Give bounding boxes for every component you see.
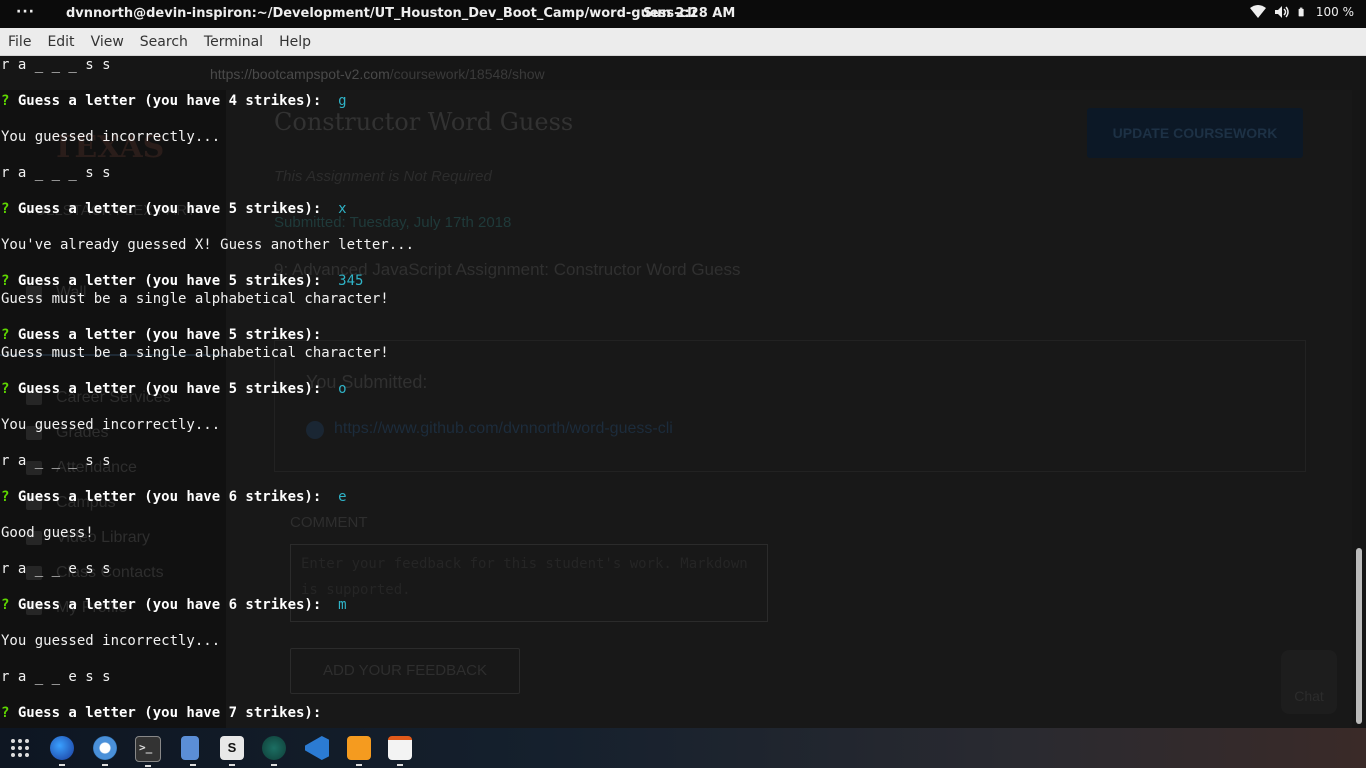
system-tray[interactable]: 100 % xyxy=(1249,5,1354,19)
terminal-output-line: You guessed incorrectly... xyxy=(1,417,221,433)
prompt-text: Guess a letter (you have 5 strikes): xyxy=(17,273,339,289)
prompt-text: Guess a letter (you have 5 strikes): xyxy=(17,327,339,343)
menu-view[interactable]: View xyxy=(83,34,132,50)
menu-search[interactable]: Search xyxy=(132,34,196,50)
prompt-question-mark: ? xyxy=(1,273,18,289)
apps-grid-icon[interactable] xyxy=(8,736,32,760)
terminal-prompt-line: ? Guess a letter (you have 5 strikes): o xyxy=(1,380,347,398)
vscode-icon[interactable] xyxy=(305,736,329,760)
prompt-text: Guess a letter (you have 6 strikes): xyxy=(17,597,339,613)
prompt-answer: g xyxy=(338,93,347,109)
battery-icon[interactable] xyxy=(1298,5,1308,19)
menu-edit[interactable]: Edit xyxy=(39,34,82,50)
terminal-output-line: r a _ _ e s s xyxy=(1,669,111,685)
prompt-answer: 345 xyxy=(338,273,364,289)
prompt-answer: o xyxy=(338,381,347,397)
terminal-output-line: r a _ _ _ s s xyxy=(1,165,111,181)
prompt-question-mark: ? xyxy=(1,705,18,721)
prompt-question-mark: ? xyxy=(1,381,18,397)
terminal-prompt-line: ? Guess a letter (you have 5 strikes): x xyxy=(1,200,347,218)
scrollbar-thumb[interactable] xyxy=(1356,548,1362,724)
prompt-answer: e xyxy=(338,489,347,505)
prompt-answer: m xyxy=(338,597,347,613)
terminal-prompt-line: ? Guess a letter (you have 7 strikes): xyxy=(1,704,338,722)
terminal-scrollbar[interactable] xyxy=(1352,56,1366,728)
terminal-output-line: You've already guessed X! Guess another … xyxy=(1,237,415,253)
prompt-text: Guess a letter (you have 5 strikes): xyxy=(17,201,339,217)
menu-terminal[interactable]: Terminal xyxy=(196,34,271,50)
terminal-output-line: You guessed incorrectly... xyxy=(1,633,221,649)
prompt-answer: x xyxy=(338,201,347,217)
battery-percent: 100 % xyxy=(1315,5,1354,19)
menu-help[interactable]: Help xyxy=(271,34,319,50)
terminal-output-line: You guessed incorrectly... xyxy=(1,129,221,145)
terminal-menu-bar: File Edit View Search Terminal Help xyxy=(0,28,1366,56)
activities-menu-icon[interactable]: ··· xyxy=(16,4,35,20)
wifi-icon[interactable] xyxy=(1249,5,1266,19)
prompt-question-mark: ? xyxy=(1,201,18,217)
terminal-output-line: r a _ _ e s s xyxy=(1,561,111,577)
terminal-output-line: r a _ _ _ s s xyxy=(1,453,111,469)
terminal-icon[interactable]: >_ xyxy=(135,736,161,767)
terminal-output-line: Guess must be a single alphabetical char… xyxy=(1,345,389,361)
taskbar: >_ S xyxy=(0,728,1366,768)
sublime-icon[interactable] xyxy=(347,736,371,766)
prompt-text: Guess a letter (you have 5 strikes): xyxy=(17,381,339,397)
volume-icon[interactable] xyxy=(1274,5,1290,19)
prompt-text: Guess a letter (you have 6 strikes): xyxy=(17,489,339,505)
prompt-question-mark: ? xyxy=(1,489,18,505)
menu-file[interactable]: File xyxy=(0,34,39,50)
system-top-bar: ··· dvnnorth@devin-inspiron:~/Developmen… xyxy=(0,0,1366,28)
terminal-output-line: Guess must be a single alphabetical char… xyxy=(1,291,389,307)
window-title: dvnnorth@devin-inspiron:~/Development/UT… xyxy=(66,6,697,21)
chromium-icon[interactable] xyxy=(93,736,117,766)
terminal-prompt-line: ? Guess a letter (you have 6 strikes): e xyxy=(1,488,347,506)
terminal-prompt-line: ? Guess a letter (you have 5 strikes): xyxy=(1,326,338,344)
terminal-output[interactable]: r a _ _ _ s s? Guess a letter (you have … xyxy=(0,56,1366,728)
firefox-icon[interactable] xyxy=(50,736,74,766)
prompt-text: Guess a letter (you have 7 strikes): xyxy=(17,705,339,721)
terminal-prompt-line: ? Guess a letter (you have 5 strikes): 3… xyxy=(1,272,363,290)
prompt-question-mark: ? xyxy=(1,327,18,343)
terminal-prompt-line: ? Guess a letter (you have 6 strikes): m xyxy=(1,596,347,614)
terminal-prompt-line: ? Guess a letter (you have 4 strikes): g xyxy=(1,92,347,110)
text-editor-icon[interactable] xyxy=(388,736,412,766)
clock[interactable]: Sun 2:28 AM xyxy=(643,6,735,21)
terminal-output-line: Good guess! xyxy=(1,525,94,541)
terminal-output-line: r a _ _ _ s s xyxy=(1,57,111,73)
prompt-question-mark: ? xyxy=(1,93,18,109)
slack-icon[interactable]: S xyxy=(220,736,244,766)
files-icon[interactable] xyxy=(181,736,199,766)
prompt-question-mark: ? xyxy=(1,597,18,613)
gitkraken-icon[interactable] xyxy=(262,736,286,766)
prompt-text: Guess a letter (you have 4 strikes): xyxy=(17,93,339,109)
